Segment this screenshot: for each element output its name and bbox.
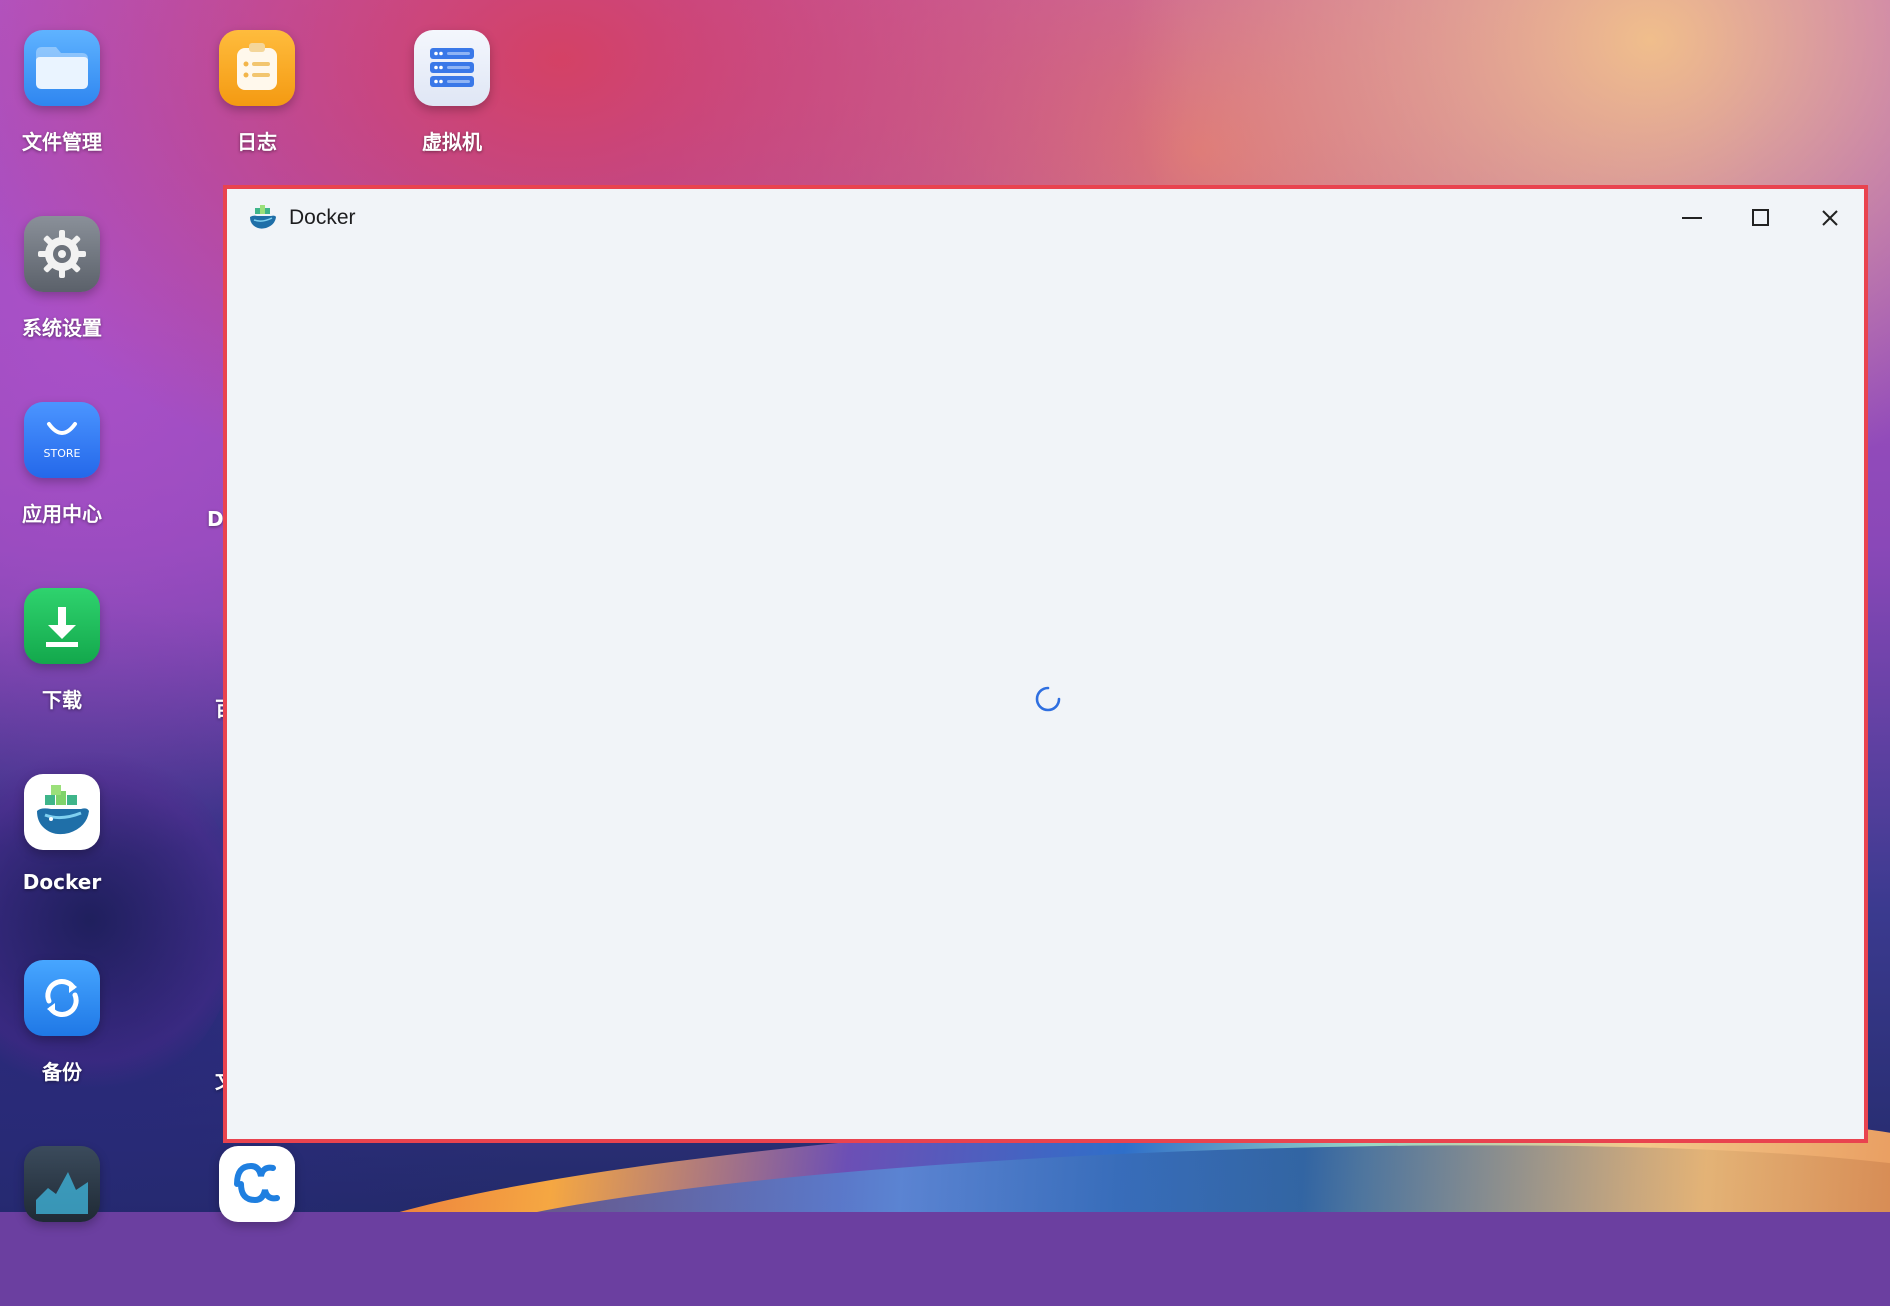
desktop-icon-log[interactable]: 日志	[177, 30, 337, 190]
desktop-icon-label: 应用中心	[22, 502, 102, 526]
server-icon	[414, 30, 490, 106]
log-icon	[219, 30, 295, 106]
docker-icon	[24, 774, 100, 850]
desktop-icon-sync[interactable]	[177, 1146, 337, 1306]
maximize-icon	[1751, 209, 1769, 226]
desktop-icon-label: 备份	[42, 1060, 82, 1084]
download-icon	[24, 588, 100, 664]
desktop-icon-label: 虚拟机	[422, 130, 482, 154]
desktop-icon-label: Docker	[22, 870, 102, 894]
desktop-icon-virtual-machine[interactable]: 虚拟机	[372, 30, 532, 190]
desktop-icon-download[interactable]: 下载	[0, 588, 142, 748]
hidden-icon-label: D	[207, 507, 224, 531]
close-icon	[1821, 210, 1838, 226]
window-controls	[1657, 189, 1864, 247]
desktop-icon-app-center[interactable]: STORE 应用中心	[0, 402, 142, 562]
desktop-icon-monitor[interactable]	[0, 1146, 142, 1306]
backup-icon	[24, 960, 100, 1036]
svg-text:STORE: STORE	[44, 447, 81, 460]
desktop-icon-label: 下载	[42, 688, 82, 712]
sync-icon	[219, 1146, 295, 1222]
window-title: Docker	[289, 206, 356, 229]
activity-monitor-icon	[24, 1146, 100, 1222]
store-icon: STORE	[24, 402, 100, 478]
loading-spinner-icon	[1035, 686, 1061, 712]
gear-icon	[24, 216, 100, 292]
desktop-icon-system-settings[interactable]: 系统设置	[0, 216, 142, 376]
docker-app-icon	[247, 203, 277, 233]
desktop-icon-label: 文件管理	[22, 130, 102, 154]
desktop-icon-label: 日志	[237, 130, 277, 154]
docker-window: Docker	[223, 185, 1868, 1143]
desktop-icon-label: 系统设置	[22, 316, 102, 340]
minimize-button[interactable]	[1657, 189, 1726, 247]
desktop-icon-docker[interactable]: Docker	[0, 774, 142, 934]
folder-icon	[24, 30, 100, 106]
maximize-button[interactable]	[1726, 189, 1795, 247]
close-button[interactable]	[1795, 189, 1864, 247]
window-titlebar[interactable]: Docker	[227, 189, 1864, 247]
desktop-icon-backup[interactable]: 备份	[0, 960, 142, 1120]
desktop-icon-file-manager[interactable]: 文件管理	[0, 30, 142, 190]
minimize-icon	[1681, 217, 1702, 219]
